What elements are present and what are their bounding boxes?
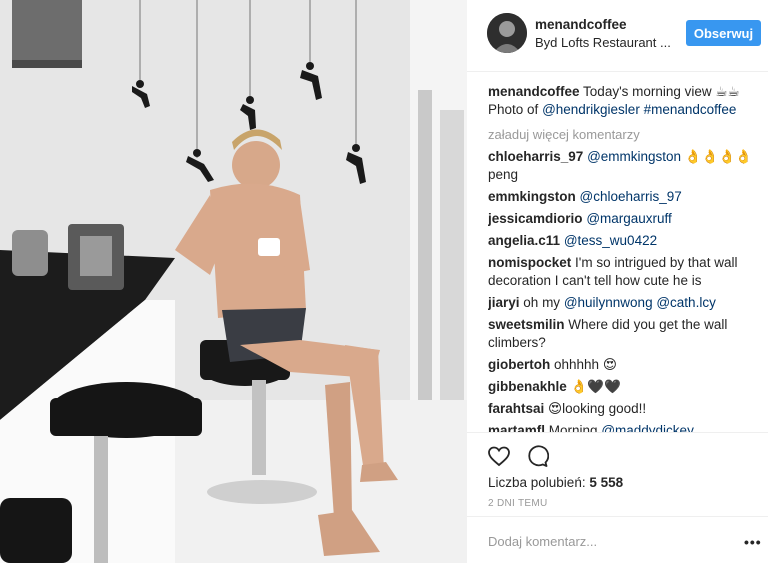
likes-number: 5 558 bbox=[589, 475, 624, 490]
comment-mention[interactable]: @margauxruff bbox=[586, 211, 672, 226]
avatar[interactable] bbox=[487, 13, 527, 53]
comment-username[interactable]: giobertoh bbox=[488, 357, 550, 372]
comment-username[interactable]: jiaryi bbox=[488, 295, 520, 310]
likes-label: Liczba polubień: bbox=[488, 475, 586, 490]
comment-mention[interactable]: @cath.lcy bbox=[656, 295, 715, 310]
comment-text: ohhhhh 😍 bbox=[554, 357, 617, 372]
post-header: menandcoffee Byd Lofts Restaurant ... Ob… bbox=[467, 0, 768, 72]
comment-text: oh my bbox=[523, 295, 564, 310]
comment-username[interactable]: gibbenakhle bbox=[488, 379, 567, 394]
list-item: angelia.c11 @tess_wu0422 bbox=[488, 232, 762, 250]
comment-text: 👌🖤🖤 bbox=[570, 379, 621, 394]
list-item: giobertoh ohhhhh 😍 bbox=[488, 356, 762, 374]
caption-username[interactable]: menandcoffee bbox=[488, 84, 580, 99]
comment-username[interactable]: farahtsai bbox=[488, 401, 544, 416]
post-photo[interactable] bbox=[0, 0, 467, 563]
heart-icon[interactable] bbox=[487, 444, 511, 468]
list-item: farahtsai 😍looking good!! bbox=[488, 400, 762, 418]
comment-text: 😍looking good!! bbox=[548, 401, 647, 416]
post-date[interactable]: 2 DNI TEMU bbox=[488, 498, 548, 509]
caption-mention[interactable]: @hendrikgiesler bbox=[542, 102, 640, 117]
list-item: gibbenakhle 👌🖤🖤 bbox=[488, 378, 762, 396]
post-side-panel: menandcoffee Byd Lofts Restaurant ... Ob… bbox=[467, 0, 768, 563]
list-item: jessicamdiorio @margauxruff bbox=[488, 210, 762, 228]
avatar-image bbox=[487, 13, 527, 53]
comment-username[interactable]: chloeharris_97 bbox=[488, 149, 583, 164]
comment-mention[interactable]: @chloeharris_97 bbox=[580, 189, 682, 204]
comment-bubble-icon[interactable] bbox=[525, 444, 550, 468]
follow-button[interactable]: Obserwuj bbox=[686, 20, 761, 46]
header-location[interactable]: Byd Lofts Restaurant ... bbox=[535, 35, 671, 50]
comment-username[interactable]: nomispocket bbox=[488, 255, 571, 270]
post-actions: Liczba polubień: 5 558 2 DNI TEMU Dodaj … bbox=[467, 432, 768, 563]
likes-count[interactable]: Liczba polubień: 5 558 bbox=[488, 475, 623, 490]
add-comment-input[interactable]: Dodaj komentarz... bbox=[488, 534, 597, 549]
comment-username[interactable]: sweetsmilin bbox=[488, 317, 565, 332]
caption-photo-of: Photo of bbox=[488, 102, 539, 117]
more-options-icon[interactable]: ••• bbox=[744, 534, 762, 550]
list-item: jiaryi oh my @huilynnwong @cath.lcy bbox=[488, 294, 762, 312]
comment-mention[interactable]: @tess_wu0422 bbox=[564, 233, 657, 248]
load-more-comments-link[interactable]: załaduj więcej komentarzy bbox=[488, 126, 762, 144]
comment-mention[interactable]: @huilynnwong bbox=[564, 295, 653, 310]
list-item: emmkingston @chloeharris_97 bbox=[488, 188, 762, 206]
add-comment-row: Dodaj komentarz... ••• bbox=[467, 516, 768, 563]
caption-text: Today's morning view ☕☕ bbox=[583, 84, 740, 99]
comment-mention[interactable]: @emmkingston bbox=[587, 149, 681, 164]
header-username[interactable]: menandcoffee bbox=[535, 17, 627, 32]
post-caption: menandcoffee Today's morning view ☕☕ Pho… bbox=[488, 83, 762, 119]
list-item: sweetsmilin Where did you get the wall c… bbox=[488, 316, 762, 352]
photo-illustration bbox=[0, 0, 467, 563]
list-item: chloeharris_97 @emmkingston 👌👌👌👌 peng bbox=[488, 148, 762, 184]
comment-username[interactable]: jessicamdiorio bbox=[488, 211, 583, 226]
comments-list[interactable]: menandcoffee Today's morning view ☕☕ Pho… bbox=[488, 83, 762, 433]
list-item: nomispocket I'm so intrigued by that wal… bbox=[488, 254, 762, 290]
caption-hashtag[interactable]: #menandcoffee bbox=[644, 102, 737, 117]
comment-username[interactable]: emmkingston bbox=[488, 189, 576, 204]
comment-username[interactable]: angelia.c11 bbox=[488, 233, 560, 248]
